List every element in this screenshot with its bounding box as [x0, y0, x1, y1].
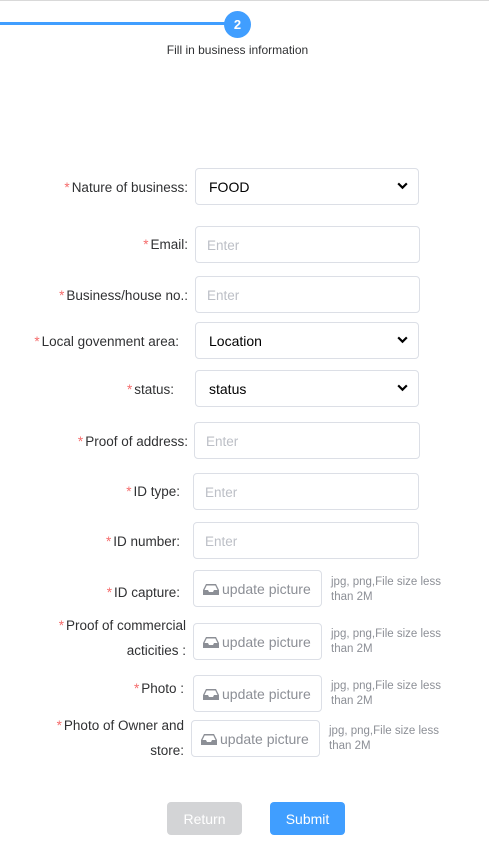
house-field[interactable]: Enter: [195, 276, 420, 313]
nature-value: FOOD: [209, 179, 250, 195]
photo-label: * Photo :: [133, 681, 184, 696]
address-placeholder: Enter: [206, 434, 239, 449]
idcapture-upload-button[interactable]: update picture: [193, 570, 322, 607]
commercial-upload-button[interactable]: update picture: [193, 623, 322, 660]
nature-label: * Nature of business:: [64, 180, 188, 195]
lga-value: Location: [209, 333, 262, 349]
inbox-tray-icon: [203, 584, 219, 595]
chevron-down-icon: [397, 336, 408, 344]
house-label: * Business/house no.:: [59, 288, 188, 303]
status-label: * status:: [126, 382, 174, 397]
return-button[interactable]: Return: [167, 802, 242, 835]
step-title: Fill in business information: [166, 43, 309, 57]
top-border: [0, 0, 489, 4]
inbox-tray-icon: [201, 734, 217, 745]
idnumber-label: * ID number:: [105, 534, 180, 549]
progress-line: [0, 22, 228, 25]
inbox-tray-icon: [203, 637, 219, 648]
status-value: status: [209, 381, 247, 397]
inbox-tray-icon: [203, 689, 219, 700]
idtype-field[interactable]: Enter: [193, 473, 419, 510]
owner-label: * Photo of Owner and store:: [56, 718, 184, 758]
idcapture-label: * ID capture:: [106, 585, 180, 600]
owner-upload-button[interactable]: update picture: [191, 720, 320, 757]
email-field[interactable]: Enter: [195, 226, 420, 263]
lga-label: * Local govenment area:: [34, 334, 179, 349]
step-indicator: 2: [224, 11, 251, 38]
email-label: * Email:: [143, 237, 188, 252]
address-label: * Proof of address:: [77, 434, 188, 449]
idnumber-field[interactable]: Enter: [193, 522, 419, 559]
owner-hint: jpg, png,File size less than 2M: [329, 725, 439, 752]
commercial-label: * Proof of commercial acticities :: [58, 618, 186, 658]
photo-upload-button[interactable]: update picture: [193, 675, 322, 712]
idcapture-hint: jpg, png,File size less than 2M: [331, 576, 441, 603]
house-placeholder: Enter: [207, 288, 240, 303]
photo-hint: jpg, png,File size less than 2M: [331, 680, 441, 707]
submit-button[interactable]: Submit: [270, 802, 345, 835]
idtype-label: * ID type:: [126, 484, 180, 499]
chevron-down-icon: [397, 182, 408, 190]
chevron-down-icon: [397, 384, 408, 392]
idnumber-placeholder: Enter: [205, 534, 238, 549]
email-placeholder: Enter: [207, 238, 240, 253]
commercial-hint: jpg, png,File size less than 2M: [331, 628, 441, 655]
address-field[interactable]: Enter: [194, 422, 420, 459]
idtype-placeholder: Enter: [205, 485, 238, 500]
lga-select[interactable]: Location: [195, 322, 419, 359]
nature-select[interactable]: FOOD: [195, 168, 419, 205]
status-select[interactable]: status: [195, 370, 419, 407]
